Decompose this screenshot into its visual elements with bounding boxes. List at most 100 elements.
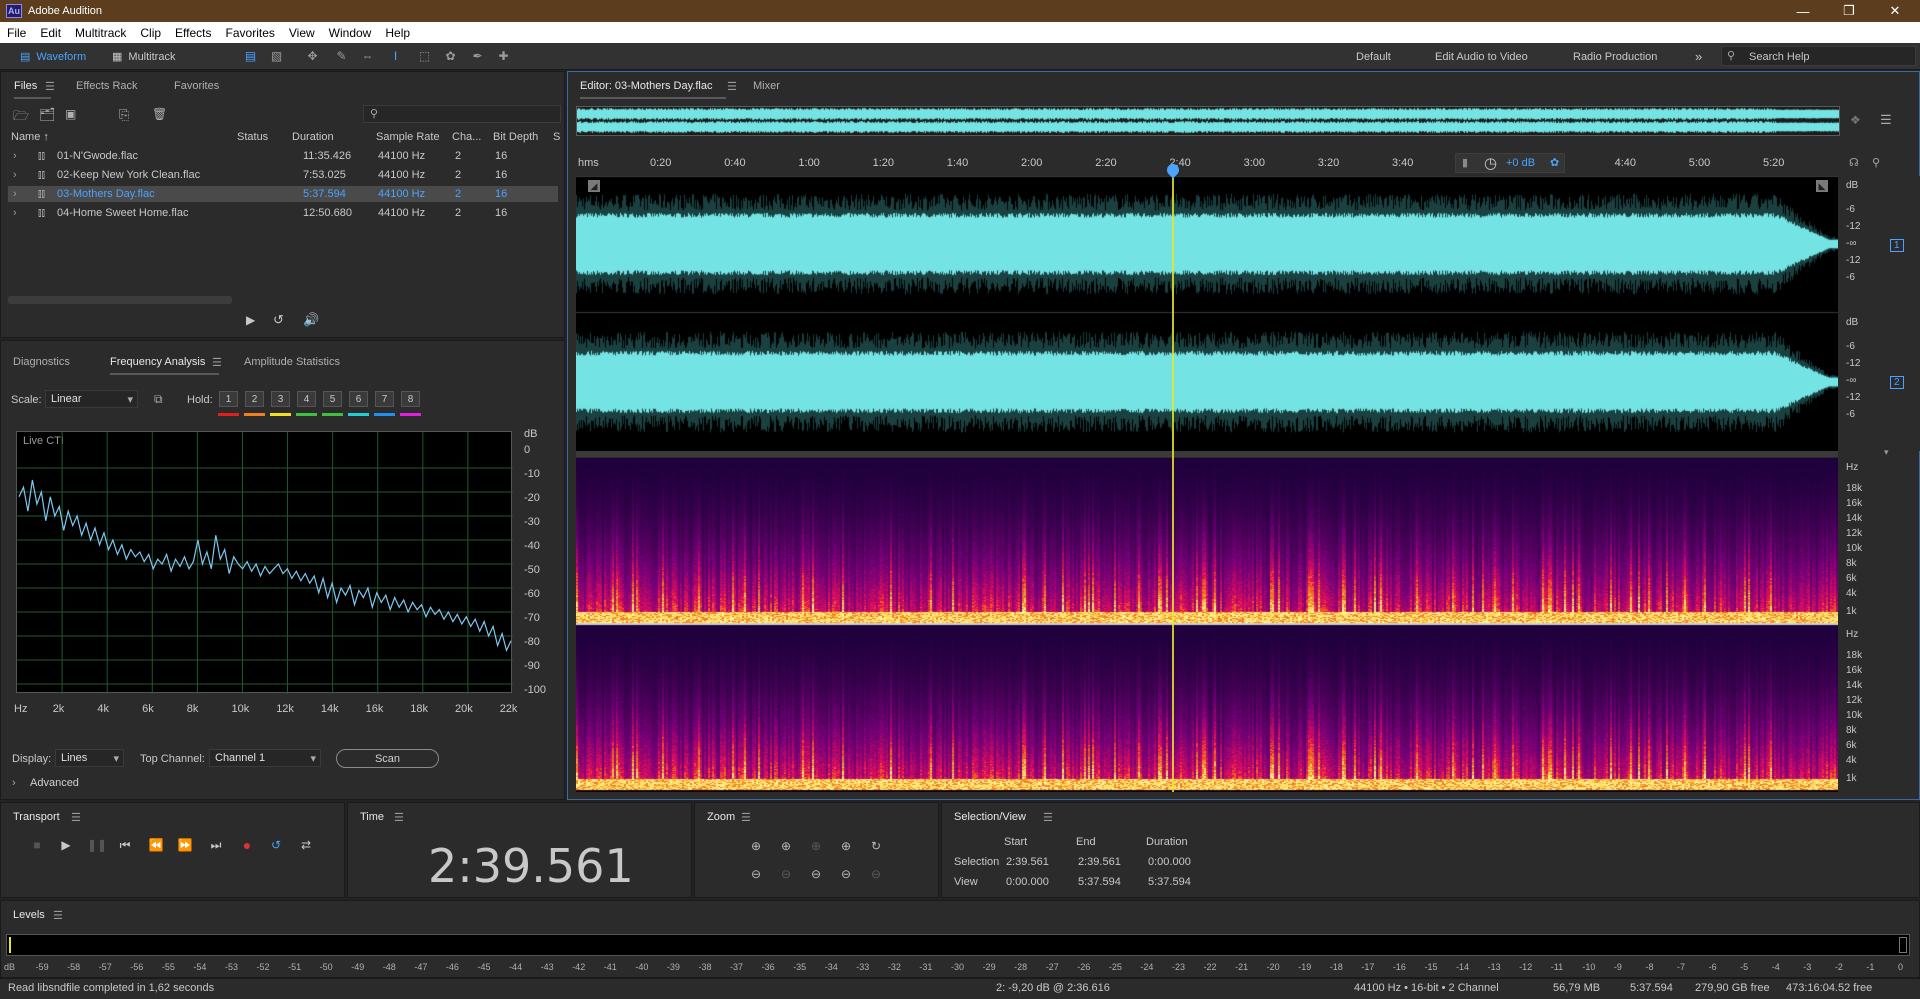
view-splitter[interactable] bbox=[576, 451, 1838, 457]
zoom-out-full-icon[interactable]: ⊖ bbox=[836, 865, 856, 883]
menu-favorites[interactable]: Favorites bbox=[219, 26, 282, 40]
frequency-analysis-menu-icon[interactable]: ☰ bbox=[212, 356, 222, 369]
menu-edit[interactable]: Edit bbox=[33, 26, 68, 40]
editor-menu-icon[interactable]: ☰ bbox=[727, 80, 737, 93]
waveform-view-button[interactable]: ▤ Waveform bbox=[20, 47, 86, 66]
play-icon[interactable]: ▶ bbox=[246, 313, 255, 327]
spectral-display[interactable] bbox=[576, 458, 1838, 792]
hold-button-1[interactable]: 1 bbox=[219, 391, 238, 407]
skip-to-end-icon[interactable]: ⏭ bbox=[207, 837, 225, 853]
search-help-field[interactable]: ⚲ Search Help bbox=[1721, 46, 1916, 66]
files-menu-icon[interactable]: ☰ bbox=[45, 80, 55, 93]
move-tool-icon[interactable]: ✥ bbox=[305, 49, 320, 63]
hold-button-6[interactable]: 6 bbox=[349, 391, 368, 407]
menu-multitrack[interactable]: Multitrack bbox=[68, 26, 133, 40]
autoplay-icon[interactable]: 🔊 bbox=[303, 312, 319, 328]
new-file-icon[interactable]: ▣ bbox=[65, 107, 76, 121]
workspace-default[interactable]: Default bbox=[1356, 47, 1391, 66]
fade-in-handle-icon[interactable]: ◢ bbox=[588, 180, 600, 192]
fast-forward-icon[interactable]: ⏩ bbox=[176, 837, 194, 853]
menu-help[interactable]: Help bbox=[378, 26, 417, 40]
time-selection-tool-icon[interactable]: I bbox=[388, 49, 403, 63]
top-channel-dropdown[interactable]: Channel 1 ▾ bbox=[209, 749, 321, 767]
files-scrollbar[interactable] bbox=[8, 296, 232, 304]
scan-button[interactable]: Scan bbox=[336, 749, 439, 768]
hold-button-2[interactable]: 2 bbox=[245, 391, 264, 407]
selection-start-value[interactable]: 2:39.561 bbox=[1006, 856, 1049, 868]
scale-dropdown[interactable]: Linear ▾ bbox=[45, 390, 138, 408]
chevron-down-icon[interactable]: ▾ bbox=[1884, 447, 1889, 458]
file-row[interactable]: › ⫾⫾ 02-Keep New York Clean.flac 7:53.025 44… bbox=[8, 167, 558, 183]
zoom-to-selection-icon[interactable]: ⊕ bbox=[806, 837, 826, 855]
hold-button-4[interactable]: 4 bbox=[297, 391, 316, 407]
clip-indicator[interactable] bbox=[1899, 937, 1907, 953]
level-meter[interactable] bbox=[6, 934, 1910, 956]
playhead[interactable] bbox=[1172, 176, 1175, 792]
rewind-icon[interactable]: ⏪ bbox=[147, 837, 165, 853]
zoom-menu-icon[interactable]: ☰ bbox=[741, 811, 751, 824]
tab-amplitude-statistics[interactable]: Amplitude Statistics bbox=[244, 356, 340, 368]
zoom-in-at-start-icon[interactable]: ⊕ bbox=[836, 837, 856, 855]
overview-navigator[interactable] bbox=[576, 106, 1840, 136]
zoom-out-center-icon[interactable]: ⊖ bbox=[866, 865, 886, 883]
hold-button-7[interactable]: 7 bbox=[375, 391, 394, 407]
display-dropdown[interactable]: Lines ▾ bbox=[55, 749, 124, 767]
menu-file[interactable]: File bbox=[0, 26, 33, 40]
column-sample-rate[interactable]: Sample Rate bbox=[376, 131, 440, 143]
time-ruler[interactable] bbox=[576, 152, 1838, 174]
zoom-reset-icon[interactable]: ↻ bbox=[866, 837, 886, 855]
more-workspaces-icon[interactable]: » bbox=[1695, 47, 1702, 66]
loop-icon[interactable]: ↺ bbox=[273, 312, 284, 328]
file-row[interactable]: › ⫾⫾ 01-N'Gwode.flac 11:35.426 44100 Hz 2 16 bbox=[8, 148, 558, 164]
column-name[interactable]: Name ↑ bbox=[11, 131, 49, 143]
column-duration[interactable]: Duration bbox=[292, 131, 334, 143]
lasso-tool-icon[interactable]: ✿ bbox=[443, 49, 458, 63]
column-bit-depth[interactable]: Bit Depth bbox=[493, 131, 538, 143]
close-icon[interactable]: ✕ bbox=[1872, 0, 1918, 22]
tab-editor[interactable]: Editor: 03-Mothers Day.flac bbox=[580, 80, 727, 99]
headphones-icon[interactable]: ☊ bbox=[1849, 156, 1859, 169]
levels-menu-icon[interactable]: ☰ bbox=[53, 909, 63, 922]
time-menu-icon[interactable]: ☰ bbox=[394, 811, 404, 824]
channel-enable-button[interactable]: 1 bbox=[1890, 239, 1904, 252]
frequency-spectrum-plot[interactable]: Live CTI bbox=[16, 431, 513, 694]
stop-icon[interactable]: ■ bbox=[28, 837, 46, 853]
skip-selection-icon[interactable]: ⇄ bbox=[297, 837, 315, 853]
tab-diagnostics[interactable]: Diagnostics bbox=[13, 356, 70, 368]
copy-icon[interactable]: ⧉ bbox=[154, 392, 163, 407]
waveform-display[interactable]: ◢ ◣ bbox=[576, 176, 1838, 451]
restore-icon[interactable]: ❐ bbox=[1826, 0, 1872, 22]
pause-icon[interactable]: ❚❚ bbox=[87, 837, 107, 853]
workspace-edit-audio-to-video[interactable]: Edit Audio to Video bbox=[1435, 47, 1528, 66]
column-status[interactable]: Status bbox=[237, 131, 268, 143]
hold-button-5[interactable]: 5 bbox=[323, 391, 342, 407]
marquee-tool-icon[interactable]: ⬚ bbox=[417, 49, 432, 63]
gain-knob-icon[interactable]: ◷ bbox=[1484, 154, 1497, 172]
play-icon[interactable]: ▶ bbox=[57, 837, 75, 853]
zoom-out-amplitude-icon[interactable]: ⊖ bbox=[746, 865, 766, 883]
column-channels[interactable]: Cha... bbox=[452, 131, 481, 143]
pin-icon[interactable]: ⚲ bbox=[1872, 156, 1880, 169]
files-search-input[interactable]: ⚲ bbox=[363, 105, 561, 123]
chevron-right-icon[interactable]: › bbox=[13, 150, 17, 162]
insert-in-multitrack-icon[interactable]: ⎘ bbox=[119, 107, 129, 123]
delete-icon[interactable]: 🗑 bbox=[152, 107, 167, 121]
waveform-display-icon[interactable]: ▤ bbox=[243, 49, 258, 63]
chevron-right-icon[interactable]: › bbox=[13, 188, 17, 200]
pin-icon[interactable]: ✿ bbox=[1550, 156, 1559, 169]
zoom-in-amplitude-icon[interactable]: ⊕ bbox=[746, 837, 766, 855]
spot-healing-icon[interactable]: ✚ bbox=[496, 49, 511, 63]
chevron-right-icon[interactable]: › bbox=[13, 207, 17, 219]
view-end-value[interactable]: 5:37.594 bbox=[1078, 876, 1121, 888]
menu-window[interactable]: Window bbox=[322, 26, 379, 40]
selection-end-value[interactable]: 2:39.561 bbox=[1078, 856, 1121, 868]
menu-effects[interactable]: Effects bbox=[168, 26, 218, 40]
hold-button-3[interactable]: 3 bbox=[271, 391, 290, 407]
tab-effects-rack[interactable]: Effects Rack bbox=[76, 80, 138, 92]
minimize-icon[interactable]: — bbox=[1780, 0, 1826, 22]
tab-frequency-analysis[interactable]: Frequency Analysis bbox=[110, 356, 220, 375]
zoom-in-time-icon[interactable]: ⊕ bbox=[776, 837, 796, 855]
tab-favorites[interactable]: Favorites bbox=[174, 80, 219, 92]
tab-mixer[interactable]: Mixer bbox=[753, 80, 780, 92]
file-row[interactable]: › ⫾⫾ 03-Mothers Day.flac 5:37.594 44100 Hz 2 1… bbox=[8, 186, 558, 202]
